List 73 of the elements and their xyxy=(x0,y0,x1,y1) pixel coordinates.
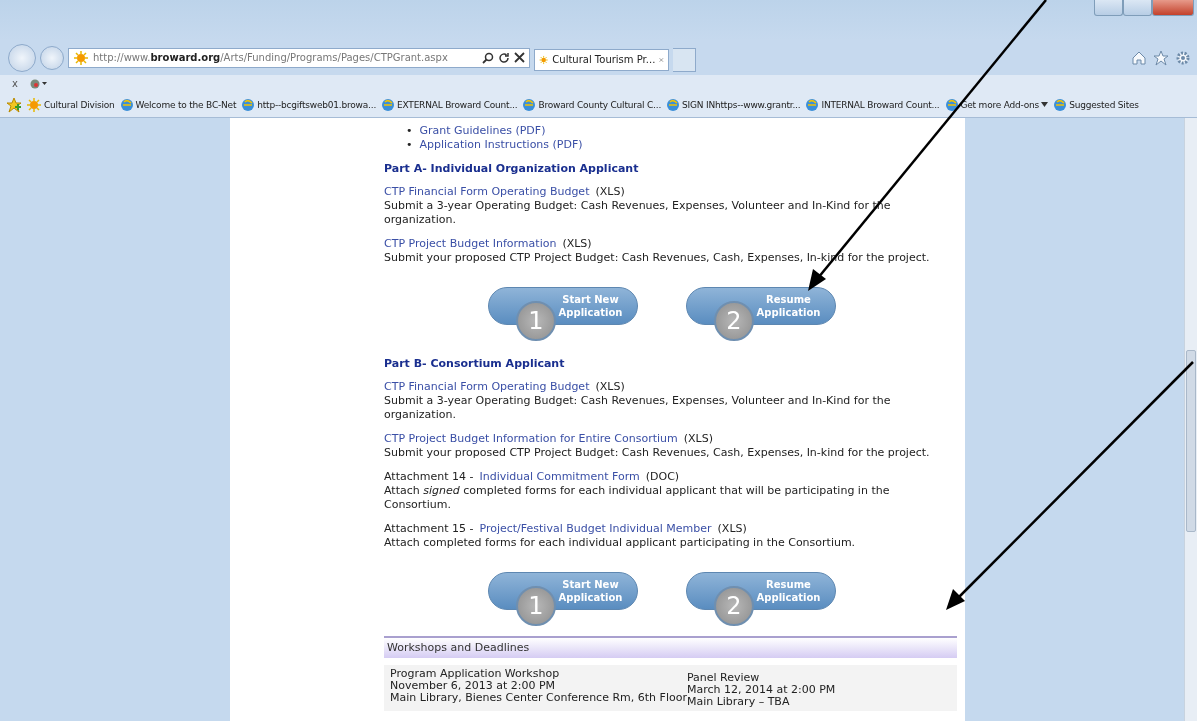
home-icon[interactable] xyxy=(1131,49,1147,66)
event-text: November 6, 2013 at 2:00 PM xyxy=(390,680,557,692)
favorites-link[interactable]: Cultural Division xyxy=(25,96,116,113)
form-description: Attach completed forms for each individual applicant participating in the Consortium. xyxy=(384,536,857,550)
form-link[interactable]: CTP Financial Form Operating Budget xyxy=(384,380,590,394)
number-badge: 2 xyxy=(714,301,754,341)
format-label: (XLS) xyxy=(595,380,625,394)
number-badge: 1 xyxy=(516,586,556,626)
minimize-button[interactable] xyxy=(1094,0,1123,16)
format-label: (XLS) xyxy=(683,432,713,446)
url-text: http://www.broward.org/Arts/Funding/Programs/Pages/CTPGrant.aspx xyxy=(93,52,449,63)
page-icon xyxy=(522,97,537,112)
page-icon xyxy=(381,97,396,112)
favorites-link[interactable]: Broward County Cultural C... xyxy=(521,97,663,112)
favorites-link[interactable]: Welcome to the BC-Net xyxy=(118,97,238,112)
search-icon[interactable] xyxy=(482,51,494,64)
favorites-link[interactable]: http--bcgiftsweb01.browa... xyxy=(240,97,378,112)
document-link[interactable]: Application Instructions (PDF) xyxy=(419,138,583,152)
format-label: (XLS) xyxy=(595,185,625,199)
event-text: March 12, 2014 at 2:00 PM xyxy=(686,684,837,696)
format-label: (XLS) xyxy=(562,237,592,251)
close-button[interactable] xyxy=(1152,0,1194,16)
number-badge: 1 xyxy=(516,301,556,341)
page-icon xyxy=(666,97,681,112)
document-link[interactable]: Grant Guidelines (PDF) xyxy=(419,124,546,138)
settings-icon[interactable] xyxy=(1175,49,1191,66)
forward-button[interactable] xyxy=(40,45,64,70)
bullet: • xyxy=(406,124,413,138)
back-button[interactable] xyxy=(8,43,36,72)
attachment-label: Attachment 15 - xyxy=(384,522,474,536)
favorites-link[interactable]: Suggested Sites xyxy=(1052,97,1140,112)
event-text: Panel Review xyxy=(686,672,761,684)
form-link[interactable]: CTP Project Budget Information for Entire Consortium xyxy=(384,432,678,446)
form-description: Submit a 3-year Operating Budget: Cash Revenues, Expenses, Volunteer and In-Kind for the organization. xyxy=(384,394,892,422)
page-icon xyxy=(944,97,959,112)
panel-header: Workshops and Deadlines xyxy=(384,638,957,658)
maximize-button[interactable] xyxy=(1123,0,1152,16)
attachment-label: Attachment 14 - xyxy=(384,470,474,484)
favorites-link[interactable]: INTERNAL Broward Count... xyxy=(804,97,941,112)
new-tab-button[interactable] xyxy=(673,47,696,72)
favorites-star-icon[interactable] xyxy=(6,96,22,113)
refresh-icon[interactable] xyxy=(498,51,510,64)
form-link[interactable]: Individual Commitment Form xyxy=(479,470,640,484)
page-icon xyxy=(805,97,820,112)
page-icon xyxy=(119,97,134,112)
form-description: Attach signed completed forms for each individual applicant that will be participating in the Consortium. xyxy=(384,484,891,512)
sun-logo-icon xyxy=(73,49,89,66)
format-label: (XLS) xyxy=(717,522,747,536)
address-bar[interactable]: http://www.broward.org/Arts/Funding/Programs/Pages/CTPGrant.aspx xyxy=(68,47,530,68)
section-heading: Part A- Individual Organization Applicant xyxy=(384,162,640,176)
addon-icon[interactable] xyxy=(29,77,48,90)
number-badge: 2 xyxy=(714,586,754,626)
favorites-link[interactable]: SIGN INhttps--www.grantr... xyxy=(665,97,802,112)
bullet: • xyxy=(406,138,413,152)
page-icon xyxy=(241,97,256,112)
form-link[interactable]: CTP Project Budget Information xyxy=(384,237,557,251)
star-icon[interactable] xyxy=(1153,49,1169,66)
event-text: Main Library, Bienes Center Conference Rm, 6th Floor xyxy=(390,692,687,704)
close-toolbar-button[interactable]: x xyxy=(12,78,18,89)
caret-icon xyxy=(1041,102,1049,107)
form-link[interactable]: CTP Financial Form Operating Budget xyxy=(384,185,590,199)
page-icon xyxy=(1053,97,1068,112)
browser-tab[interactable]: Cultural Tourism Pr... xyxy=(534,48,669,71)
favorites-link[interactable]: EXTERNAL Broward Count... xyxy=(380,97,519,112)
scrollbar[interactable] xyxy=(1184,118,1197,721)
close-icon[interactable] xyxy=(514,52,525,63)
sun-logo-icon xyxy=(26,96,42,113)
event-text: Main Library – TBA xyxy=(686,696,791,708)
form-link[interactable]: Project/Festival Budget Individual Member xyxy=(479,522,712,536)
section-heading: Part B- Consortium Applicant xyxy=(384,357,566,371)
format-label: (DOC) xyxy=(645,470,680,484)
event-text: Program Application Workshop xyxy=(390,668,561,680)
form-description: Submit your proposed CTP Project Budget: Cash Revenues, Cash, Expenses, In-kind for the project. xyxy=(384,446,931,460)
